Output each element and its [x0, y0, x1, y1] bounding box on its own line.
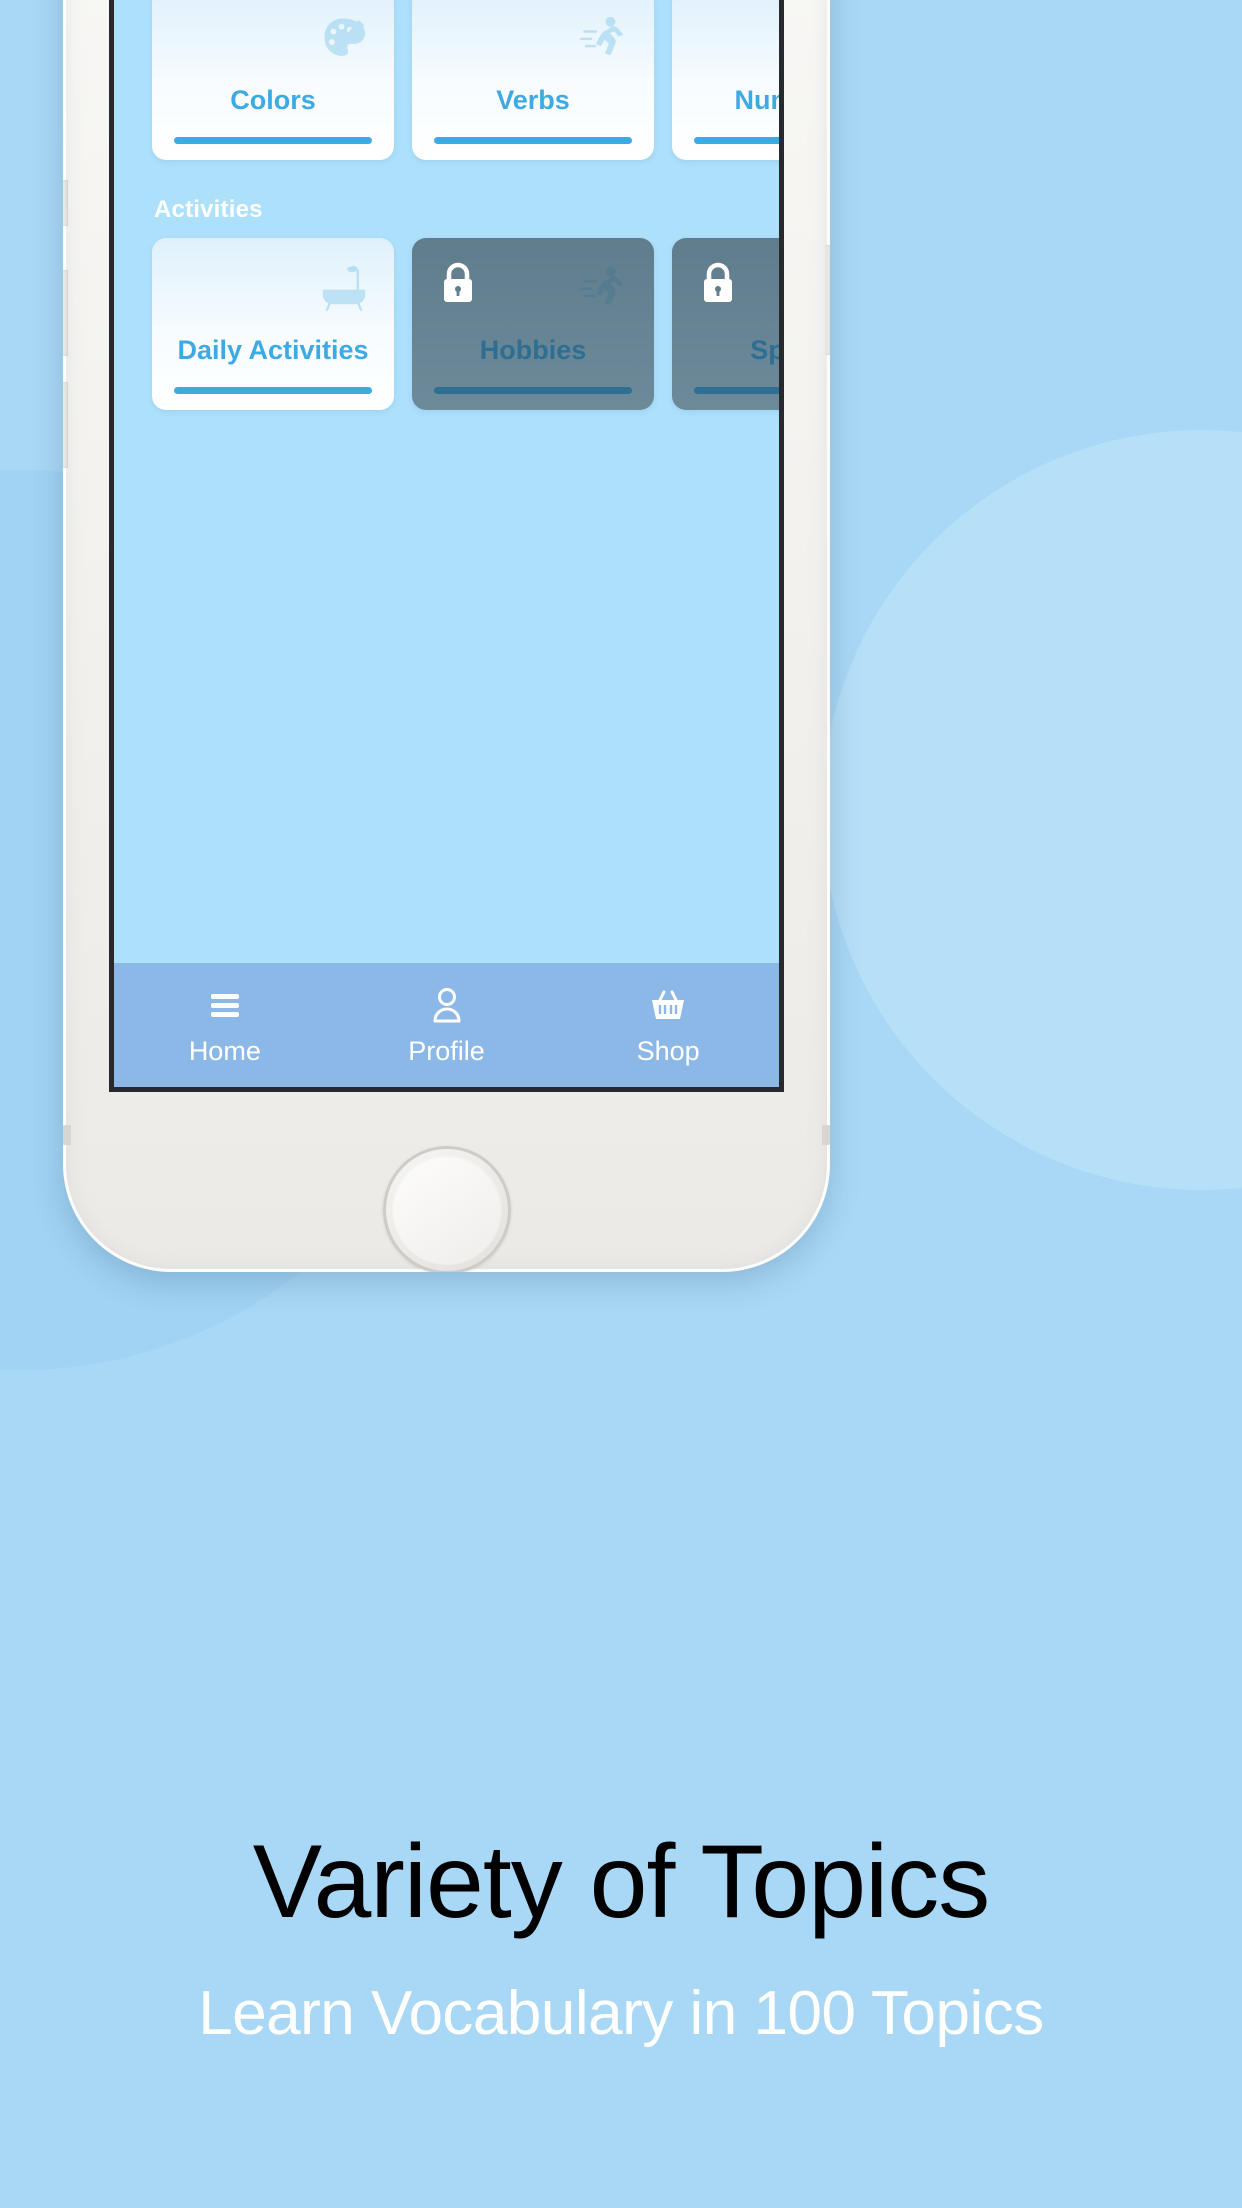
- antenna-band-left: [63, 1125, 71, 1145]
- nav-label-shop: Shop: [636, 1036, 700, 1066]
- topic-card-daily-activities[interactable]: Daily Activities: [152, 238, 394, 410]
- topic-card-label: Sports: [750, 335, 779, 365]
- topic-card-colors[interactable]: Colors: [152, 0, 394, 160]
- topic-card-hobbies[interactable]: Hobbies: [412, 238, 654, 410]
- phone-screen: Login: [109, 0, 784, 1092]
- activities-card-row[interactable]: Daily Activities Hobbies S: [152, 238, 779, 410]
- nav-label-profile: Profile: [408, 1036, 485, 1066]
- topic-card-numbers[interactable]: 12 Numbers: [672, 0, 779, 160]
- promo-subtitle: Learn Vocabulary in 100 Topics: [198, 1979, 1044, 2048]
- topic-progress-bar: [434, 387, 632, 394]
- palette-icon: [318, 12, 370, 64]
- hamburger-menu-icon: [203, 983, 247, 1027]
- mute-switch[interactable]: [63, 180, 68, 226]
- topic-progress-bar: [694, 387, 779, 394]
- app-root: Login: [114, 0, 779, 1087]
- power-button[interactable]: [825, 245, 830, 355]
- nav-item-home[interactable]: Home: [114, 983, 336, 1067]
- bottom-navigation-bar: Home Profile Shop: [114, 963, 779, 1087]
- nav-item-shop[interactable]: Shop: [557, 983, 779, 1067]
- topic-card-label: Numbers: [734, 85, 779, 115]
- background-blob-right: [822, 430, 1242, 1190]
- topic-card-label: Daily Activities: [177, 335, 369, 365]
- bathtub-icon: [318, 262, 370, 314]
- promo-text-block: Variety of Topics Learn Vocabulary in 10…: [0, 1830, 1242, 2049]
- volume-up-button[interactable]: [63, 270, 68, 356]
- home-button[interactable]: [382, 1146, 511, 1272]
- nav-item-profile[interactable]: Profile: [336, 983, 558, 1067]
- volume-down-button[interactable]: [63, 382, 68, 468]
- antenna-band-right: [822, 1125, 830, 1145]
- running-person-icon: [578, 262, 630, 314]
- phone-device-frame: Login: [63, 0, 830, 1272]
- topic-progress-bar: [174, 137, 372, 144]
- app-scroll-area[interactable]: Login: [114, 0, 779, 963]
- shopping-basket-icon: [646, 983, 690, 1027]
- person-icon: [425, 983, 469, 1027]
- topic-card-label: Hobbies: [479, 335, 587, 365]
- topic-card-label: Verbs: [496, 85, 570, 115]
- topic-card-sports[interactable]: Sports: [672, 238, 779, 410]
- promo-title: Variety of Topics: [252, 1824, 990, 1940]
- vocabulary-card-row[interactable]: Colors Verbs Nu: [152, 0, 779, 160]
- topic-card-verbs[interactable]: Verbs: [412, 0, 654, 160]
- lock-icon: [438, 260, 478, 306]
- section-title-activities: Activities: [154, 196, 263, 223]
- running-person-icon: [578, 12, 630, 64]
- topic-progress-bar: [174, 387, 372, 394]
- topic-card-label: Colors: [230, 85, 316, 115]
- lock-icon: [698, 260, 738, 306]
- topic-progress-bar: [694, 137, 779, 144]
- topic-progress-bar: [434, 137, 632, 144]
- nav-label-home: Home: [188, 1036, 261, 1066]
